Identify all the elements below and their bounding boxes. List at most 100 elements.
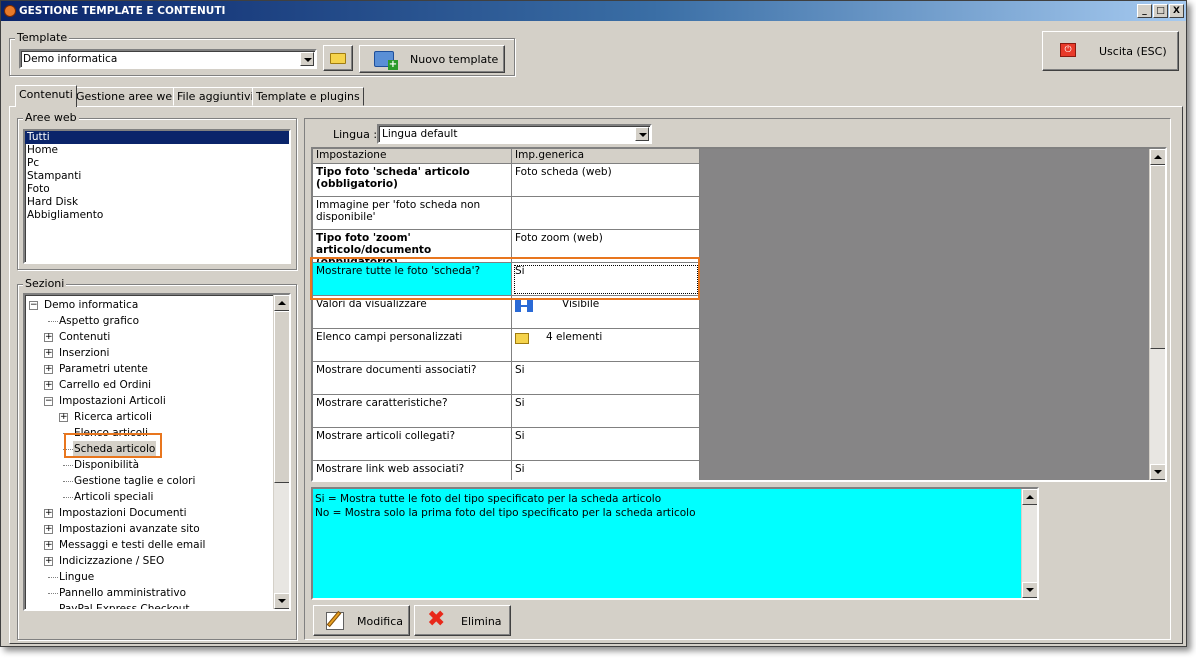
tree-item-label: Demo informatica — [44, 299, 139, 311]
tree-item-label: Lingue — [59, 571, 95, 583]
aree-web-item[interactable]: Pc — [25, 157, 289, 170]
grid-value-cell[interactable]: 4 elementi — [512, 329, 700, 362]
elimina-button[interactable]: ✖ Elimina — [414, 605, 511, 636]
tab-file-aggiuntivi[interactable]: File aggiuntivi — [173, 87, 258, 106]
grid-value-cell[interactable]: Si — [512, 461, 700, 480]
aree-web-item[interactable]: Home — [25, 144, 289, 157]
grid-setting-cell[interactable]: Tipo foto 'zoom' articolo/documento (obb… — [313, 230, 512, 263]
expand-icon[interactable]: + — [44, 541, 53, 550]
description-scrollbar[interactable] — [1021, 489, 1037, 598]
aree-web-items: Tutti Home Pc Stampanti Foto Hard Disk Abbigli… — [25, 131, 289, 222]
grid-value-cell[interactable]: Si — [512, 362, 700, 395]
description-line: No = Mostra solo la prima foto del tipo … — [315, 507, 696, 519]
grid-setting-cell[interactable]: Elenco campi personalizzati — [313, 329, 512, 362]
grid-value-cell[interactable]: Si — [512, 395, 700, 428]
sezioni-tree-items: − Demo informatica Aspetto grafico + Contenu… — [25, 295, 273, 609]
grid-value-cell[interactable]: Si — [512, 428, 700, 461]
chevron-down-icon[interactable] — [635, 127, 649, 141]
expand-icon[interactable]: + — [59, 413, 68, 422]
scroll-thumb[interactable] — [274, 311, 289, 483]
tree-item-label: Impostazioni Documenti — [59, 507, 187, 519]
tree-item-label: PayPal Express Checkout — [59, 603, 190, 609]
tree-item-label: Impostazioni avanzate sito — [59, 523, 200, 535]
grid-setting-cell[interactable]: Tipo foto 'scheda' articolo (obbligatori… — [313, 164, 512, 197]
scroll-up-button[interactable] — [1150, 149, 1165, 165]
grid-setting-cell[interactable]: Mostrare articoli collegati? — [313, 428, 512, 461]
tab-contenuti[interactable]: Contenuti — [15, 85, 77, 107]
expand-icon[interactable]: + — [44, 381, 53, 390]
tree-item-label: Messaggi e testi delle email — [59, 539, 206, 551]
settings-grid[interactable]: Impostazione Imp.generica Tipo foto 'sch… — [311, 147, 1167, 482]
collapse-icon[interactable]: − — [44, 397, 53, 406]
aree-web-item[interactable]: Hard Disk — [25, 196, 289, 209]
template-group-label: Template — [15, 31, 70, 44]
template-select-value: Demo informatica — [23, 53, 118, 65]
tree-item-label: Articoli speciali — [74, 491, 154, 503]
chevron-down-icon[interactable] — [300, 52, 314, 66]
grid-value-cell[interactable]: Foto scheda (web) — [512, 164, 700, 197]
tree-item-label: Elenco articoli — [74, 427, 149, 439]
description-box[interactable]: Si = Mostra tutte le foto del tipo speci… — [311, 487, 1039, 600]
minimize-button[interactable]: _ — [1137, 4, 1152, 18]
grid-scrollbar[interactable] — [1149, 149, 1165, 480]
aree-web-list[interactable]: Tutti Home Pc Stampanti Foto Hard Disk Abbigli… — [23, 129, 291, 264]
template-select[interactable]: Demo informatica — [19, 49, 317, 69]
modifica-label: Modifica — [357, 615, 403, 628]
grid-setting-cell[interactable]: Mostrare link web associati? — [313, 461, 512, 480]
expand-icon[interactable]: + — [44, 525, 53, 534]
tree-connector — [63, 481, 73, 482]
expand-icon[interactable]: + — [44, 557, 53, 566]
scroll-thumb[interactable] — [1150, 165, 1165, 349]
aree-web-item[interactable]: Stampanti — [25, 170, 289, 183]
grid-value-cell[interactable]: Visibile — [512, 296, 700, 329]
tree-item-label: Ricerca articoli — [74, 411, 152, 423]
collapse-icon[interactable]: − — [29, 301, 38, 310]
delete-x-icon: ✖ — [427, 607, 446, 632]
scroll-down-button[interactable] — [274, 593, 289, 609]
expand-icon[interactable]: + — [44, 509, 53, 518]
exit-button[interactable]: ⏻ Uscita (ESC) — [1042, 31, 1179, 71]
tab-gestione-aree-web[interactable]: Gestione aree web — [72, 87, 184, 106]
expand-icon[interactable]: + — [44, 349, 53, 358]
grid-setting-cell[interactable]: Immagine per 'foto scheda non disponibil… — [313, 197, 512, 230]
new-template-label: Nuovo template — [410, 53, 499, 66]
sezioni-label: Sezioni — [23, 277, 67, 290]
grid-header-impostazione[interactable]: Impostazione — [313, 149, 512, 164]
scroll-down-button[interactable] — [1022, 582, 1037, 598]
grid-setting-cell[interactable]: Valori da visualizzare — [313, 296, 512, 329]
expand-icon[interactable]: + — [44, 333, 53, 342]
tree-connector — [63, 433, 73, 434]
expand-icon[interactable]: + — [44, 365, 53, 374]
tree-item-label: Aspetto grafico — [59, 315, 140, 327]
tree-connector — [63, 465, 73, 466]
aree-web-item[interactable]: Tutti — [25, 131, 289, 144]
tree-item-label: Contenuti — [59, 331, 111, 343]
tree-connector — [48, 593, 58, 594]
sezioni-scrollbar[interactable] — [273, 295, 289, 609]
aree-web-label: Aree web — [23, 111, 79, 124]
scroll-up-button[interactable] — [274, 295, 289, 311]
aree-web-item[interactable]: Foto — [25, 183, 289, 196]
description-line: Si = Mostra tutte le foto del tipo speci… — [315, 493, 662, 505]
grid-setting-cell[interactable]: Mostrare caratteristiche? — [313, 395, 512, 428]
scroll-up-button[interactable] — [1022, 489, 1037, 505]
maximize-button[interactable]: □ — [1153, 4, 1168, 18]
tab-template-plugins[interactable]: Template e plugins — [252, 87, 364, 106]
tree-item-label: Impostazioni Articoli — [59, 395, 166, 407]
grid-value-cell[interactable] — [512, 197, 700, 230]
grid-setting-cell[interactable]: Mostrare tutte le foto 'scheda'? — [313, 263, 512, 296]
aree-web-item[interactable]: Abbigliamento — [25, 209, 289, 222]
grid-header-impgenerica[interactable]: Imp.generica — [512, 149, 700, 164]
grid-setting-cell[interactable]: Mostrare documenti associati? — [313, 362, 512, 395]
sezioni-tree[interactable]: − Demo informatica Aspetto grafico + Contenu… — [23, 293, 291, 611]
open-folder-button[interactable] — [323, 45, 353, 71]
tree-item-label: Pannello amministrativo — [59, 587, 187, 599]
grid-value-cell[interactable]: Si — [512, 263, 700, 296]
grid-value-cell[interactable]: Foto zoom (web) — [512, 230, 700, 263]
modifica-button[interactable]: Modifica — [313, 605, 410, 636]
tree-connector — [63, 449, 73, 450]
lingua-select[interactable]: Lingua default — [377, 124, 652, 144]
close-button[interactable]: X — [1169, 4, 1184, 18]
new-template-button[interactable]: + Nuovo template — [359, 45, 505, 73]
scroll-down-button[interactable] — [1150, 464, 1165, 480]
